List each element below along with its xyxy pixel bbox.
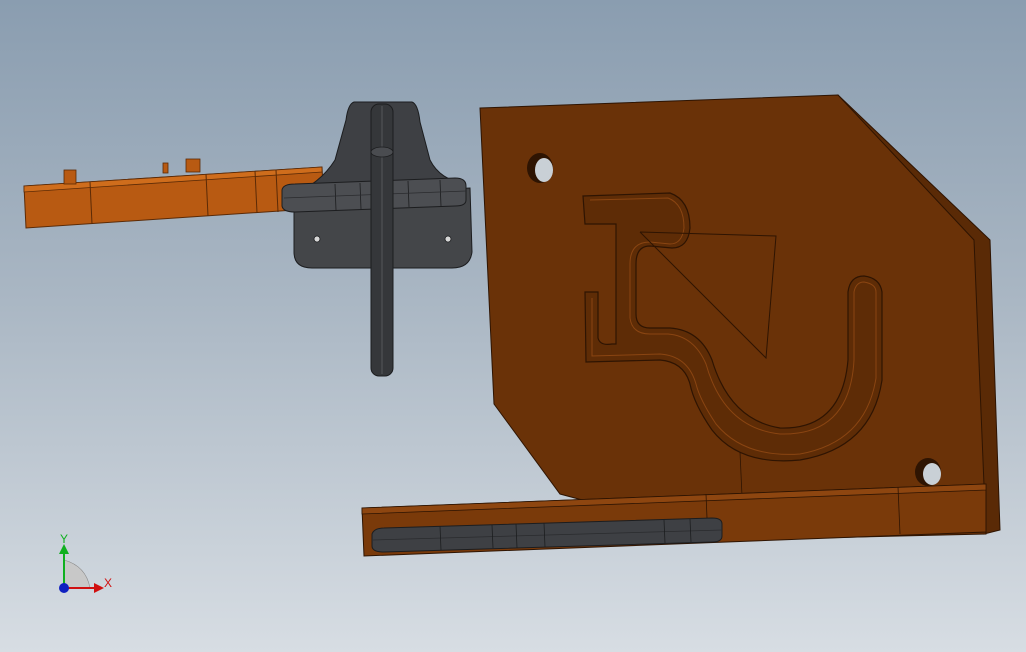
main-plate[interactable] [479,94,1001,541]
y-axis-label: Y [60,532,68,546]
cad-scene[interactable]: Y X [0,0,1026,652]
triad-plane-icon [63,559,91,589]
left-slide-block[interactable] [23,158,325,229]
x-axis-label: X [104,576,112,590]
screw-hole-left [313,235,321,243]
3d-model-viewport[interactable]: Y X [0,0,1026,652]
axis-triad: Y X [59,532,112,593]
clamp-assembly[interactable] [281,101,473,377]
screw-hole-right [444,235,452,243]
z-axis-dot [59,583,69,593]
